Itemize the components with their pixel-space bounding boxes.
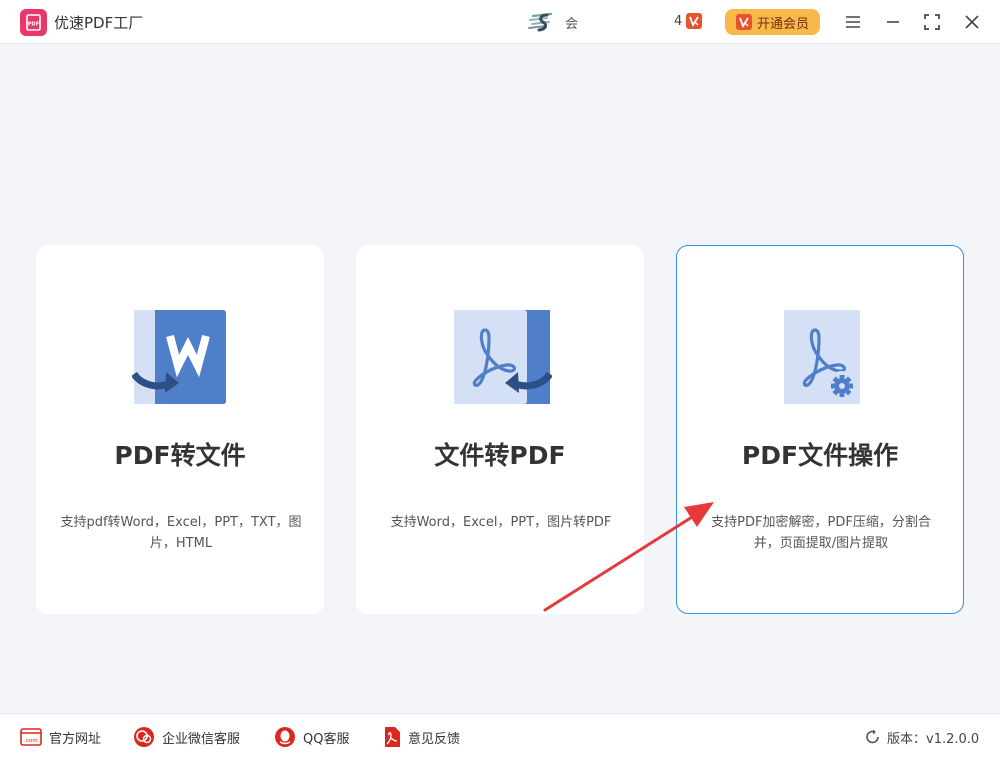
card-pdf-operations[interactable]: PDF文件操作 支持PDF加密解密，PDF压缩，分割合并，页面提取/图片提取 bbox=[676, 245, 964, 614]
title-bar: PDF 优速PDF工厂 会 4 开通会员 bbox=[0, 0, 1000, 44]
app-logo-icon: PDF bbox=[20, 9, 47, 36]
minimize-icon bbox=[887, 21, 899, 23]
user-avatar-icon bbox=[528, 12, 553, 32]
wechat-service-link[interactable]: 企业微信客服 bbox=[133, 726, 240, 748]
close-icon bbox=[965, 15, 979, 29]
website-link-label: 官方网址 bbox=[49, 731, 102, 747]
open-vip-label: 开通会员 bbox=[756, 16, 809, 32]
svg-text:PDF: PDF bbox=[28, 22, 39, 28]
app-title: 优速PDF工厂 bbox=[54, 14, 144, 32]
file-to-pdf-icon bbox=[454, 310, 552, 404]
qq-service-label: QQ客服 bbox=[303, 731, 350, 747]
footer-bar: .com 官方网址 企业微信客服 QQ客服 意见反馈 版本：v1.2.0.0 bbox=[0, 713, 1000, 760]
website-link[interactable]: .com 官方网址 bbox=[20, 726, 101, 748]
wechat-icon bbox=[134, 727, 154, 747]
card-title: 文件转PDF bbox=[434, 441, 566, 470]
menu-button[interactable] bbox=[842, 11, 864, 33]
card-file-to-pdf[interactable]: 文件转PDF 支持Word，Excel，PPT，图片转PDF bbox=[356, 245, 644, 614]
svg-text:.com: .com bbox=[24, 738, 38, 744]
vip-count: 4 bbox=[674, 13, 703, 29]
version-info[interactable]: 版本：v1.2.0.0 bbox=[865, 726, 979, 748]
open-vip-button[interactable]: 开通会员 bbox=[725, 9, 820, 35]
card-description: 支持PDF加密解密，PDF压缩，分割合并，页面提取/图片提取 bbox=[711, 515, 931, 551]
vip-badge-icon bbox=[686, 13, 703, 29]
vip-badge-icon bbox=[735, 14, 752, 30]
feedback-icon bbox=[385, 727, 400, 747]
maximize-button[interactable] bbox=[921, 11, 943, 33]
version-label: 版本：v1.2.0.0 bbox=[887, 731, 980, 747]
website-icon: .com bbox=[20, 728, 42, 746]
pdf-operations-icon bbox=[784, 310, 860, 404]
menu-icon bbox=[846, 16, 860, 28]
qq-service-link[interactable]: QQ客服 bbox=[274, 726, 349, 748]
user-name: 会 bbox=[565, 16, 579, 32]
wechat-service-label: 企业微信客服 bbox=[162, 731, 241, 747]
card-description: 支持Word，Excel，PPT，图片转PDF bbox=[390, 515, 612, 530]
feedback-label: 意见反馈 bbox=[408, 731, 461, 747]
card-pdf-to-file[interactable]: PDF转文件 支持pdf转Word，Excel，PPT，TXT，图片，HTML bbox=[36, 245, 324, 614]
card-description: 支持pdf转Word，Excel，PPT，TXT，图片，HTML bbox=[60, 515, 302, 551]
pdf-to-word-icon bbox=[132, 310, 226, 404]
vip-count-value: 4 bbox=[674, 13, 683, 29]
minimize-button[interactable] bbox=[882, 11, 904, 33]
refresh-icon bbox=[866, 729, 879, 744]
card-title: PDF转文件 bbox=[114, 441, 246, 470]
feedback-link[interactable]: 意见反馈 bbox=[383, 726, 460, 748]
card-title: PDF文件操作 bbox=[741, 441, 899, 470]
user-area[interactable]: 会 bbox=[527, 10, 578, 34]
close-button[interactable] bbox=[961, 11, 983, 33]
qq-icon bbox=[275, 727, 295, 747]
maximize-icon bbox=[924, 14, 940, 30]
